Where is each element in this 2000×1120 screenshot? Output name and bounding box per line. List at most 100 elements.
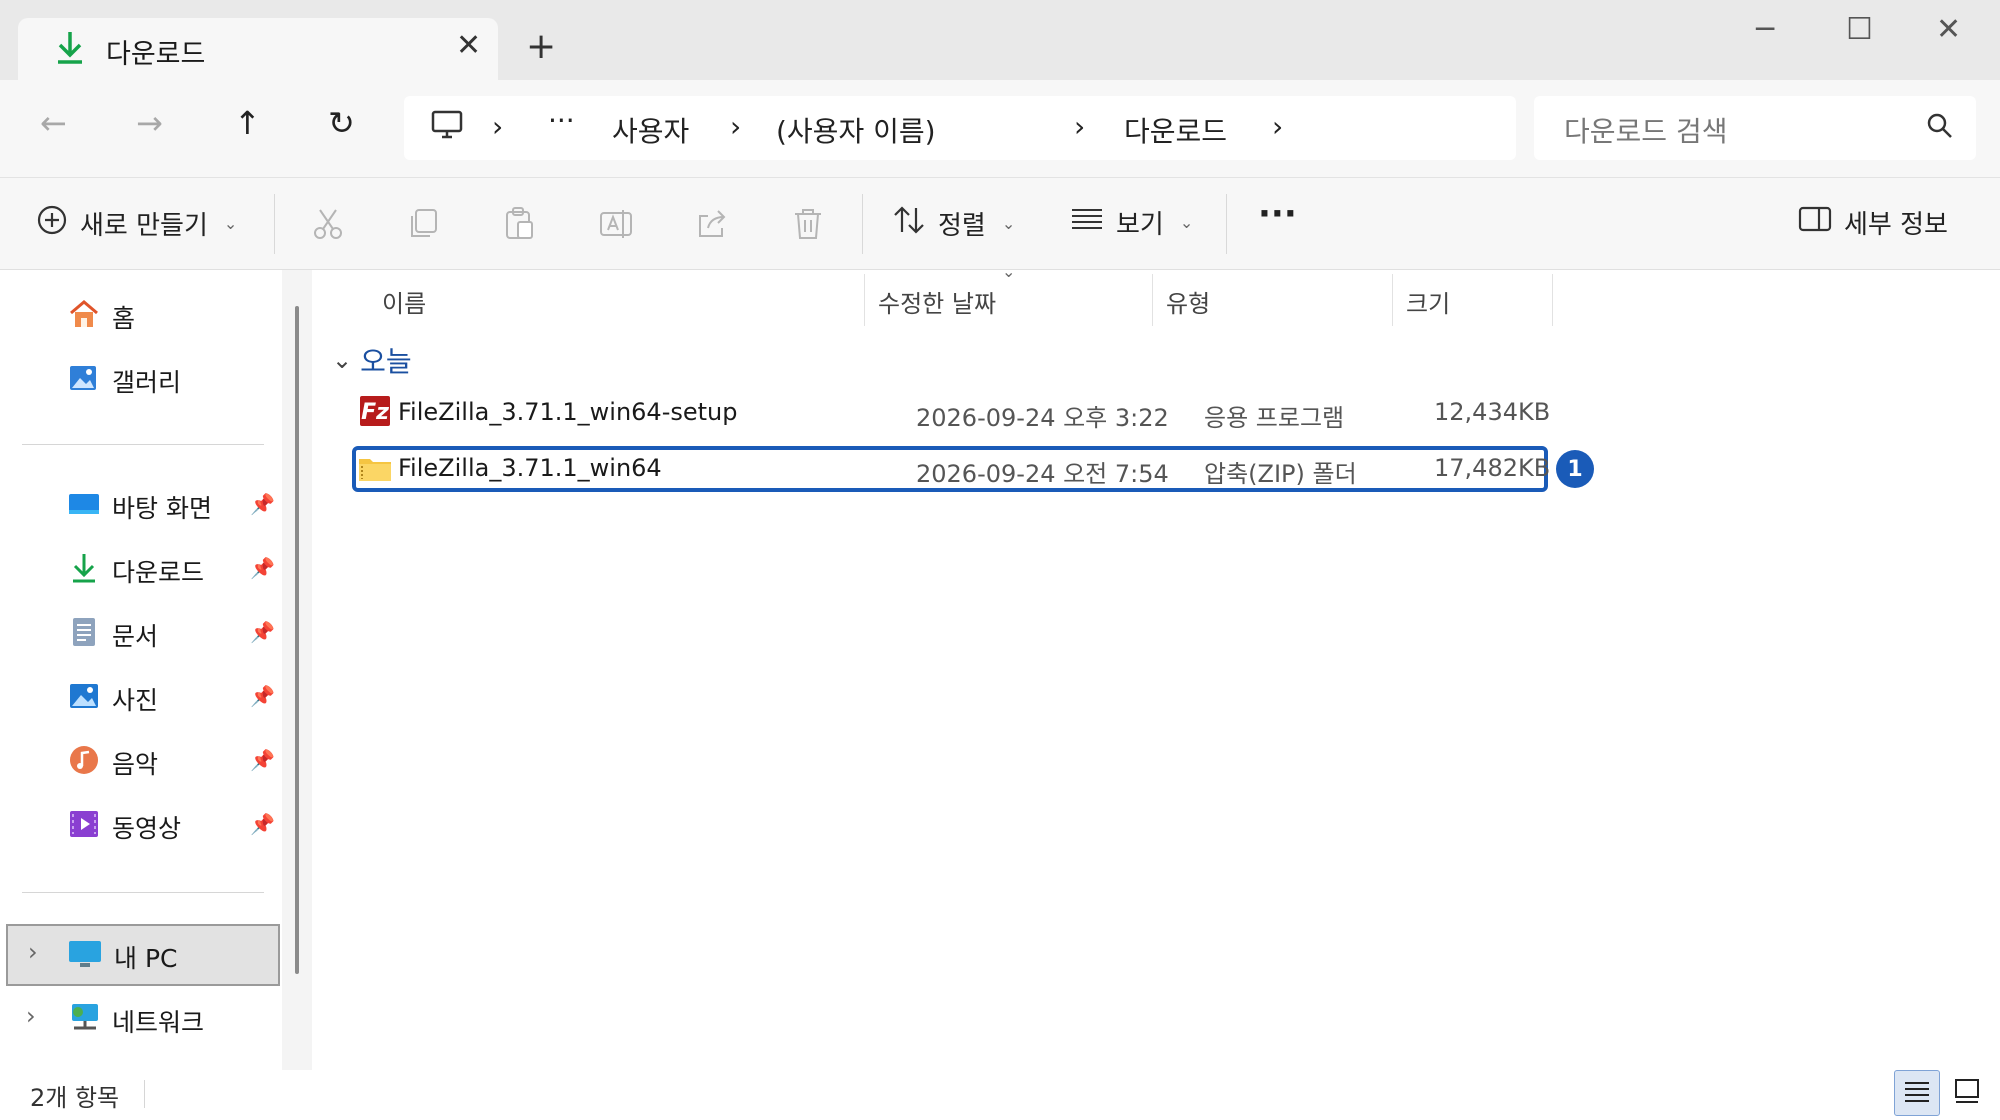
divider (862, 194, 863, 254)
tab-title: 다운로드 (106, 39, 206, 70)
pin-icon[interactable]: 📌 (250, 748, 275, 772)
tab-downloads[interactable]: 다운로드 ✕ (18, 18, 498, 80)
paste-icon[interactable] (502, 206, 538, 246)
table-row[interactable]: Fz FileZilla_3.71.1_win64-setup 2026-09-… (350, 390, 1550, 436)
new-button[interactable]: 새로 만들기 ⌄ (36, 204, 237, 243)
breadcrumb-chevron[interactable]: › (1074, 110, 1085, 143)
column-divider[interactable] (1392, 274, 1393, 326)
document-icon (68, 616, 100, 648)
new-tab-button[interactable]: + (526, 26, 556, 67)
plus-circle-icon (36, 204, 68, 243)
file-list: 이름 수정한 날짜 ⌄ 유형 크기 ⌄ 오늘 Fz FileZilla_3.71… (312, 262, 2000, 1070)
close-tab-icon[interactable]: ✕ (456, 28, 481, 63)
file-name: FileZilla_3.71.1_win64 (398, 454, 662, 482)
copy-icon[interactable] (406, 206, 442, 246)
breadcrumb-chevron[interactable]: › (1272, 110, 1283, 143)
pictures-icon (68, 680, 100, 712)
filezilla-app-icon: Fz (360, 396, 390, 430)
chevron-down-icon: ⌄ (1001, 214, 1016, 233)
pin-icon[interactable]: 📌 (250, 812, 275, 836)
svg-text:Fz: Fz (361, 400, 389, 425)
file-name: FileZilla_3.71.1_win64-setup (398, 398, 738, 426)
large-icons-view-button[interactable] (1944, 1070, 1990, 1116)
column-header-modified[interactable]: 수정한 날짜 (878, 284, 996, 319)
sidebar-item-network[interactable]: › 네트워크 (0, 990, 282, 1046)
column-divider[interactable] (864, 274, 865, 326)
address-bar[interactable]: › ··· 사용자 › (사용자 이름) › 다운로드 › (404, 96, 1516, 160)
rename-icon[interactable] (598, 206, 634, 246)
sidebar-item-downloads[interactable]: 다운로드 📌 (0, 540, 282, 596)
maximize-button[interactable]: ☐ (1846, 12, 1873, 47)
file-modified: 2026-09-24 오전 7:54 (916, 460, 1169, 488)
forward-button[interactable]: → (136, 104, 163, 142)
column-divider[interactable] (1152, 274, 1153, 326)
sidebar-scrollbar[interactable] (282, 270, 312, 1070)
refresh-button[interactable]: ↻ (328, 104, 355, 142)
sidebar-item-music[interactable]: 음악 📌 (0, 732, 282, 788)
column-header-type[interactable]: 유형 (1166, 284, 1210, 319)
zip-folder-icon (358, 452, 392, 488)
minimize-button[interactable]: ─ (1756, 12, 1774, 47)
breadcrumb-users[interactable]: 사용자 (612, 110, 689, 150)
desktop-icon (68, 488, 100, 520)
sidebar-item-gallery[interactable]: 갤러리 (0, 350, 282, 406)
sort-label: 정렬 (938, 211, 986, 241)
sidebar-item-label: 갤러리 (112, 368, 182, 397)
column-header-size[interactable]: 크기 (1406, 284, 1450, 319)
column-header-name[interactable]: 이름 (382, 284, 426, 319)
sort-button[interactable]: 정렬 ⌄ (892, 204, 1015, 243)
sidebar-item-label: 홈 (112, 304, 136, 333)
sidebar-item-documents[interactable]: 문서 📌 (0, 604, 282, 660)
pin-icon[interactable]: 📌 (250, 684, 275, 708)
divider (22, 892, 264, 893)
expand-chevron-icon[interactable]: › (28, 938, 38, 966)
breadcrumb-chevron[interactable]: › (492, 110, 503, 143)
pin-icon[interactable]: 📌 (250, 556, 275, 580)
group-header-today[interactable]: ⌄ 오늘 (332, 340, 412, 380)
status-bar: 2개 항목 (0, 1070, 2000, 1120)
download-icon (68, 552, 100, 584)
sidebar-item-label: 문서 (112, 622, 159, 651)
sidebar-item-desktop[interactable]: 바탕 화면 📌 (0, 476, 282, 532)
breadcrumb-downloads[interactable]: 다운로드 (1124, 110, 1227, 150)
sidebar-item-videos[interactable]: 동영상 📌 (0, 796, 282, 852)
annotation-badge: 1 (1556, 450, 1594, 488)
details-view-button[interactable] (1894, 1070, 1940, 1116)
expand-chevron-icon[interactable]: › (26, 1002, 36, 1030)
chevron-down-icon: ⌄ (332, 346, 353, 374)
music-icon (68, 744, 100, 776)
sidebar-item-label: 네트워크 (112, 1008, 205, 1037)
home-icon (68, 298, 100, 330)
close-window-button[interactable]: ✕ (1936, 12, 1961, 47)
column-divider[interactable] (1552, 274, 1553, 326)
divider (1226, 194, 1227, 254)
view-button[interactable]: 보기 ⌄ (1070, 204, 1193, 241)
cut-icon[interactable] (310, 206, 346, 246)
gallery-icon (68, 362, 100, 394)
search-input[interactable]: 다운로드 검색 (1564, 110, 1727, 150)
breadcrumb-user-name[interactable]: (사용자 이름) (776, 110, 936, 150)
network-icon (68, 1002, 100, 1034)
pin-icon[interactable]: 📌 (250, 492, 275, 516)
scrollbar-thumb[interactable] (295, 306, 299, 974)
table-row-highlighted[interactable]: FileZilla_3.71.1_win64 2026-09-24 오전 7:5… (352, 446, 1551, 492)
breadcrumb-chevron[interactable]: › (730, 110, 741, 143)
sidebar-item-home[interactable]: 홈 (0, 286, 282, 342)
sidebar-item-label: 내 PC (114, 944, 178, 973)
computer-icon (68, 938, 101, 970)
more-options-button[interactable]: ··· (1258, 194, 1297, 234)
file-size: 17,482KB (1434, 454, 1551, 482)
up-button[interactable]: ↑ (234, 104, 261, 142)
breadcrumb-more-button[interactable]: ··· (548, 104, 575, 137)
large-icons-view-icon (1953, 1078, 1981, 1108)
back-button[interactable]: ← (40, 104, 67, 142)
search-icon[interactable] (1926, 112, 1954, 144)
navigation-bar: ← → ↑ ↻ › ··· 사용자 › (사용자 이름) › 다운로드 › 다운… (0, 80, 2000, 178)
pin-icon[interactable]: 📌 (250, 620, 275, 644)
share-icon[interactable] (694, 206, 730, 246)
details-pane-button[interactable]: 세부 정보 (1798, 204, 1948, 241)
sidebar-item-this-pc[interactable]: › 내 PC (6, 924, 280, 986)
delete-icon[interactable] (790, 206, 826, 246)
sidebar-item-pictures[interactable]: 사진 📌 (0, 668, 282, 724)
search-box[interactable]: 다운로드 검색 (1534, 96, 1976, 160)
